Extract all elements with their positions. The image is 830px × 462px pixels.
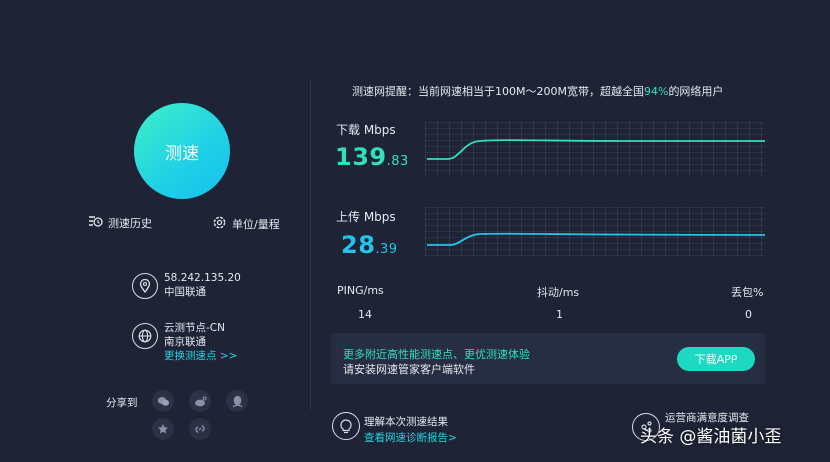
upload-int: 28 [341, 231, 376, 259]
wechat-share-icon[interactable] [152, 390, 174, 412]
start-speedtest-button[interactable]: 测速 [134, 103, 230, 199]
download-label: 下载 Mbps [336, 123, 396, 137]
loss-label: 丢包% [731, 286, 764, 299]
lightbulb-icon [332, 412, 360, 440]
node-name: 云测节点-CN [164, 322, 225, 334]
change-node-link[interactable]: 更换测速点 >> [164, 349, 237, 363]
ping-label: PING/ms [337, 284, 384, 297]
history-label: 测速历史 [108, 217, 152, 230]
jitter-value: 1 [556, 308, 563, 321]
diagnosis-report-link[interactable]: 查看网速诊断报告> [364, 430, 457, 445]
notice-prefix: 测速网提醒：当前网速相当于100M～200M宽带，超越全国 [352, 85, 644, 98]
speed-notice: 测速网提醒：当前网速相当于100M～200M宽带，超越全国94%的网络用户 [352, 83, 723, 99]
loss-value: 0 [745, 308, 752, 321]
download-curve [427, 139, 765, 160]
download-value: 139.83 [335, 143, 409, 171]
panel-divider [310, 80, 311, 410]
upload-graph [425, 207, 765, 257]
app-promo-banner: 更多附近高性能测速点、更优测速体验 请安装网速管家客户端软件 下载APP [331, 333, 765, 384]
download-graph [425, 122, 765, 176]
download-int: 139 [335, 143, 387, 171]
node-isp: 南京联通 [164, 336, 206, 348]
globe-icon [132, 323, 158, 349]
link-share-icon[interactable] [189, 418, 211, 440]
history-icon [88, 215, 103, 231]
node-info: 云测节点-CN 南京联通 更换测速点 >> [164, 321, 237, 363]
history-link[interactable]: 测速历史 [88, 215, 152, 231]
units-link[interactable]: 单位/量程 [212, 215, 280, 233]
gear-icon [212, 215, 227, 233]
upload-curve [427, 232, 765, 246]
weibo-share-icon[interactable] [189, 390, 211, 412]
notice-suffix: 的网络用户 [668, 85, 724, 98]
download-app-button[interactable]: 下载APP [677, 347, 755, 371]
favorite-share-icon[interactable] [152, 418, 174, 440]
upload-dec: .39 [375, 242, 398, 257]
notice-percent: 94% [643, 85, 669, 98]
promo-line2: 请安装网速管家客户端软件 [343, 363, 475, 376]
ping-value: 14 [358, 308, 372, 321]
jitter-label: 抖动/ms [537, 286, 580, 299]
qq-share-icon[interactable] [226, 390, 248, 412]
ip-address: 58.242.135.20 [164, 272, 241, 284]
ip-info: 58.242.135.20 中国联通 [164, 271, 241, 299]
upload-label: 上传 Mbps [336, 210, 396, 224]
isp-name: 中国联通 [164, 286, 206, 298]
download-dec: .83 [386, 154, 409, 169]
location-icon [132, 273, 158, 299]
result-title: 理解本次测速结果 [364, 416, 448, 428]
share-label: 分享到 [106, 397, 138, 409]
watermark-text: 头条 @酱油菌小歪 [640, 427, 782, 447]
upload-value: 28.39 [341, 231, 398, 259]
promo-line1: 更多附近高性能测速点、更优测速体验 [343, 348, 530, 361]
units-label: 单位/量程 [232, 218, 280, 231]
